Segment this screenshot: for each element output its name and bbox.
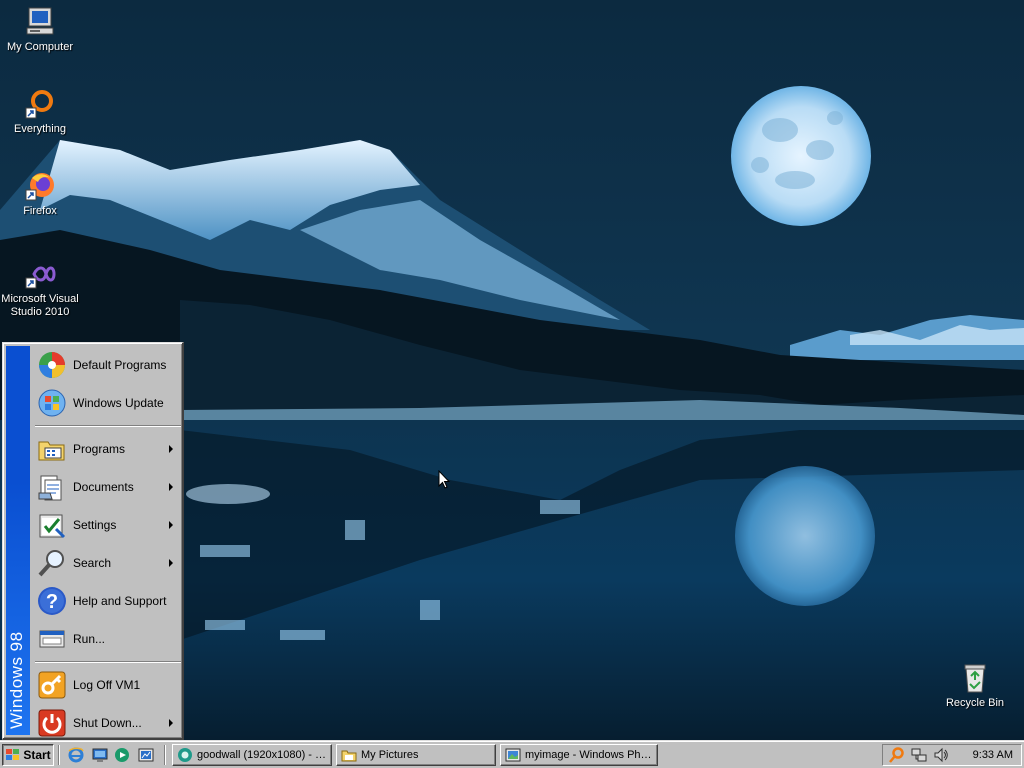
menu-item-label: Windows Update <box>73 396 164 410</box>
menu-item-windows-update[interactable]: Windows Update <box>33 385 181 421</box>
task-button-label: My Pictures <box>361 749 419 761</box>
start-menu-banner-text: Windows 98 <box>7 631 26 729</box>
menu-item-label: Search <box>73 556 112 570</box>
my-computer-icon <box>26 7 54 35</box>
channels-icon[interactable] <box>138 747 154 763</box>
menu-item-settings[interactable]: Settings <box>33 507 181 543</box>
settings-icon <box>39 514 66 539</box>
svg-text:?: ? <box>46 591 58 613</box>
system-tray: 9:33 AM <box>882 744 1022 766</box>
menu-item-search[interactable]: Search <box>33 545 181 581</box>
menu-item-label: Log Off VM1 <box>73 678 141 692</box>
run-icon <box>39 630 65 648</box>
menu-item-log-off[interactable]: Log Off VM1 <box>33 667 181 703</box>
submenu-arrow-icon <box>169 521 173 529</box>
documents-icon <box>38 475 62 501</box>
menu-item-label: Settings <box>73 518 117 532</box>
menu-item-programs[interactable]: Programs <box>33 431 181 467</box>
menu-item-label: Documents <box>73 480 134 494</box>
menu-item-default-programs[interactable]: Default Programs <box>33 347 181 383</box>
programs-folder-icon <box>38 441 65 461</box>
desktop-icon-label: Firefox <box>23 205 57 217</box>
show-desktop-icon[interactable] <box>92 747 108 763</box>
image-viewer-icon <box>178 748 192 762</box>
start-menu-banner: Windows 98 <box>6 346 30 735</box>
media-player-icon[interactable] <box>114 747 130 763</box>
start-button-label: Start <box>23 748 51 762</box>
shut-down-icon <box>38 709 66 737</box>
folder-icon <box>341 750 357 762</box>
menu-separator <box>35 425 181 427</box>
desktop-icon-label: My Computer <box>6 41 74 53</box>
volume-icon[interactable] <box>933 747 949 763</box>
default-programs-icon <box>39 352 65 378</box>
search-icon <box>38 550 64 577</box>
submenu-arrow-icon <box>169 559 173 567</box>
task-button-my-pictures[interactable]: My Pictures <box>336 744 496 766</box>
start-menu: Windows 98 Default Programs Windows Upda… <box>2 342 184 740</box>
submenu-arrow-icon <box>169 719 173 727</box>
desktop-icon-label: Recycle Bin <box>945 697 1005 709</box>
task-button-photo-viewer[interactable]: myimage - Windows Phot... <box>500 744 658 766</box>
taskbar: Start goodwall (1920x1080) - S... My Pic… <box>0 740 1024 768</box>
submenu-arrow-icon <box>169 445 173 453</box>
log-off-icon <box>38 671 66 699</box>
desktop-icon-firefox[interactable]: Firefox <box>0 170 80 218</box>
menu-item-run[interactable]: Run... <box>33 621 181 657</box>
visual-studio-icon <box>25 266 56 289</box>
help-icon: ? <box>38 587 66 615</box>
task-button-goodwall[interactable]: goodwall (1920x1080) - S... <box>172 744 332 766</box>
desktop-icon-everything[interactable]: Everything <box>0 88 80 136</box>
desktop-icon-my-computer[interactable]: My Computer <box>0 6 80 54</box>
recycle-bin-icon <box>964 664 986 693</box>
menu-item-label: Shut Down... <box>73 716 142 730</box>
desktop-icon-label: Everything <box>14 123 66 135</box>
firefox-icon <box>25 173 54 201</box>
taskbar-divider <box>58 745 60 765</box>
menu-item-label: Default Programs <box>73 358 167 372</box>
menu-separator <box>35 661 181 663</box>
menu-item-documents[interactable]: Documents <box>33 469 181 505</box>
task-button-label: goodwall (1920x1080) - S... <box>197 749 331 761</box>
internet-explorer-icon[interactable] <box>68 747 84 763</box>
menu-item-shut-down[interactable]: Shut Down... <box>33 705 181 741</box>
photo-viewer-icon <box>505 748 521 762</box>
search-tray-icon[interactable] <box>889 747 905 763</box>
windows-update-icon <box>38 389 66 417</box>
menu-item-label: Programs <box>73 442 126 456</box>
mouse-pointer-icon <box>438 470 450 489</box>
submenu-arrow-icon <box>169 483 173 491</box>
taskbar-divider <box>164 745 166 765</box>
task-button-label: myimage - Windows Phot... <box>525 749 657 761</box>
clock[interactable]: 9:33 AM <box>973 749 1013 761</box>
windows-logo-icon <box>6 749 20 760</box>
menu-item-help-and-support[interactable]: ? Help and Support <box>33 583 181 619</box>
menu-item-label: Help and Support <box>73 594 167 608</box>
everything-search-icon <box>25 90 53 119</box>
desktop-icon-recycle-bin[interactable]: Recycle Bin <box>935 662 1015 710</box>
menu-item-label: Run... <box>73 632 106 646</box>
start-button[interactable]: Start <box>2 744 54 766</box>
desktop-icon-visual-studio[interactable]: Microsoft Visual Studio 2010 <box>0 258 82 319</box>
desktop-icon-label: Microsoft Visual Studio 2010 <box>1 293 79 318</box>
network-tray-icon[interactable] <box>911 747 927 763</box>
